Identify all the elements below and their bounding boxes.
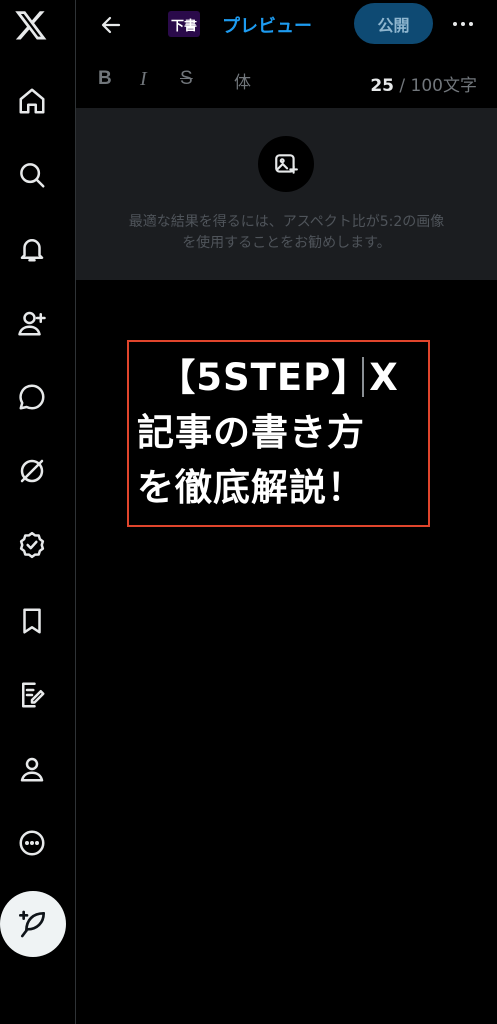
arrow-left-icon bbox=[101, 16, 121, 34]
title-line-2: 記事の書き方 bbox=[137, 411, 365, 454]
sidebar-item-notifications[interactable] bbox=[14, 231, 50, 267]
article-title-field[interactable]: 【5STEP】X 記事の書き方 を徹底解説！ bbox=[127, 340, 430, 527]
image-aspect-hint-line2: を使用することをお勧めします。 bbox=[182, 235, 391, 251]
character-count-current: 25 bbox=[370, 76, 395, 96]
compose-feather-icon bbox=[19, 910, 45, 938]
sidebar-item-bookmarks[interactable] bbox=[14, 603, 50, 639]
bell-icon bbox=[20, 239, 44, 262]
bold-button[interactable]: B bbox=[98, 68, 112, 90]
sidebar-item-verified[interactable] bbox=[14, 527, 50, 563]
article-title-text: 【5STEP】X 記事の書き方 を徹底解説！ bbox=[137, 350, 420, 515]
image-aspect-hint: 最適な結果を得るには、アスペクト比が5:2の画像 を使用することをお勧めします。 bbox=[76, 212, 497, 254]
back-button[interactable] bbox=[96, 10, 126, 40]
sidebar-item-explore[interactable] bbox=[14, 157, 50, 193]
add-person-icon bbox=[18, 311, 46, 336]
chat-bubble-icon bbox=[19, 384, 45, 410]
add-image-button[interactable] bbox=[258, 136, 314, 192]
text-style-dropdown[interactable]: 体 bbox=[234, 68, 251, 93]
character-count: 25 / 100文字 bbox=[370, 71, 477, 96]
verified-badge-icon bbox=[19, 531, 45, 559]
preview-link[interactable]: プレビュー bbox=[222, 12, 312, 38]
grok-icon bbox=[20, 459, 44, 483]
editor-topbar: 下書 プレビュー 公開 bbox=[76, 0, 497, 50]
sidebar-item-profile[interactable] bbox=[14, 751, 50, 787]
sidebar-nav bbox=[0, 0, 76, 1024]
more-options-icon[interactable] bbox=[448, 12, 478, 36]
article-edit-icon bbox=[22, 682, 45, 708]
draft-thumbnail[interactable]: 下書 bbox=[168, 11, 200, 37]
title-line-1: 【5STEP】X bbox=[158, 356, 399, 399]
italic-button[interactable]: I bbox=[140, 68, 147, 91]
sidebar-item-grok[interactable] bbox=[14, 453, 50, 489]
home-icon bbox=[19, 88, 45, 114]
title-line-3: を徹底解説！ bbox=[137, 466, 365, 509]
format-toolbar: B I S 体 25 / 100文字 bbox=[76, 60, 497, 100]
image-aspect-hint-line1: 最適な結果を得るには、アスペクト比が5:2の画像 bbox=[128, 214, 445, 230]
sidebar-item-more[interactable] bbox=[14, 825, 50, 861]
sidebar-item-articles[interactable] bbox=[14, 677, 50, 713]
more-circle-icon bbox=[19, 830, 45, 856]
text-caret bbox=[362, 357, 364, 397]
character-count-limit: / 100文字 bbox=[394, 76, 477, 96]
sidebar-item-home[interactable] bbox=[14, 83, 50, 119]
strikethrough-button[interactable]: S bbox=[180, 68, 193, 90]
person-icon bbox=[20, 757, 44, 782]
x-logo-icon[interactable] bbox=[14, 8, 50, 44]
publish-button[interactable]: 公開 bbox=[354, 3, 433, 44]
image-add-icon bbox=[275, 154, 298, 174]
compose-button[interactable] bbox=[0, 891, 66, 957]
sidebar-item-chat[interactable] bbox=[14, 379, 50, 415]
bookmark-icon bbox=[23, 608, 41, 634]
search-icon bbox=[20, 163, 45, 188]
sidebar-item-follow[interactable] bbox=[14, 305, 50, 341]
header-image-area[interactable]: 最適な結果を得るには、アスペクト比が5:2の画像 を使用することをお勧めします。 bbox=[76, 108, 497, 280]
